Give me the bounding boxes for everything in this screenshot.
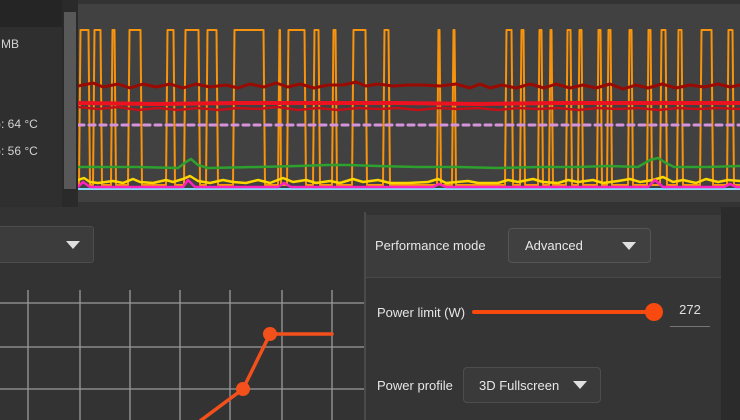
power-limit-value-underline (670, 326, 710, 327)
monitoring-graph (78, 4, 740, 202)
chevron-down-icon (573, 381, 587, 389)
scrollbar-thumb[interactable] (64, 12, 76, 189)
power-profile-label: Power profile (377, 378, 453, 393)
sensor-memory-value: MB (1, 37, 19, 51)
chevron-down-icon (622, 242, 636, 250)
power-limit-label: Power limit (W) (377, 305, 465, 320)
sensor-temp-1: ): 64 °C (0, 117, 38, 131)
fan-mode-select[interactable] (0, 226, 94, 263)
power-profile-value: 3D Fullscreen (479, 378, 559, 393)
power-limit-slider-track[interactable] (472, 310, 658, 314)
sensor-panel-header (0, 0, 62, 27)
fan-curve-point[interactable] (263, 327, 277, 341)
monitoring-graph-panel (78, 4, 740, 202)
power-profile-select[interactable]: 3D Fullscreen (463, 367, 601, 403)
power-limit-value-input[interactable]: 272 (668, 302, 712, 317)
performance-mode-value: Advanced (525, 238, 583, 253)
fan-curve-point[interactable] (236, 382, 250, 396)
right-margin (721, 207, 740, 420)
performance-mode-select[interactable]: Advanced (508, 228, 651, 263)
gpu-control-app-window: MB ): 64 °C ): 56 °C Performance mode Ad… (0, 0, 740, 420)
sensor-temp-2: ): 56 °C (0, 144, 38, 158)
chevron-down-icon (66, 241, 80, 249)
performance-mode-label: Performance mode (375, 238, 486, 253)
sensor-panel: MB ): 64 °C ): 56 °C (0, 0, 62, 207)
fan-curve-chart[interactable] (0, 290, 364, 420)
power-limit-slider-thumb[interactable] (645, 303, 663, 321)
